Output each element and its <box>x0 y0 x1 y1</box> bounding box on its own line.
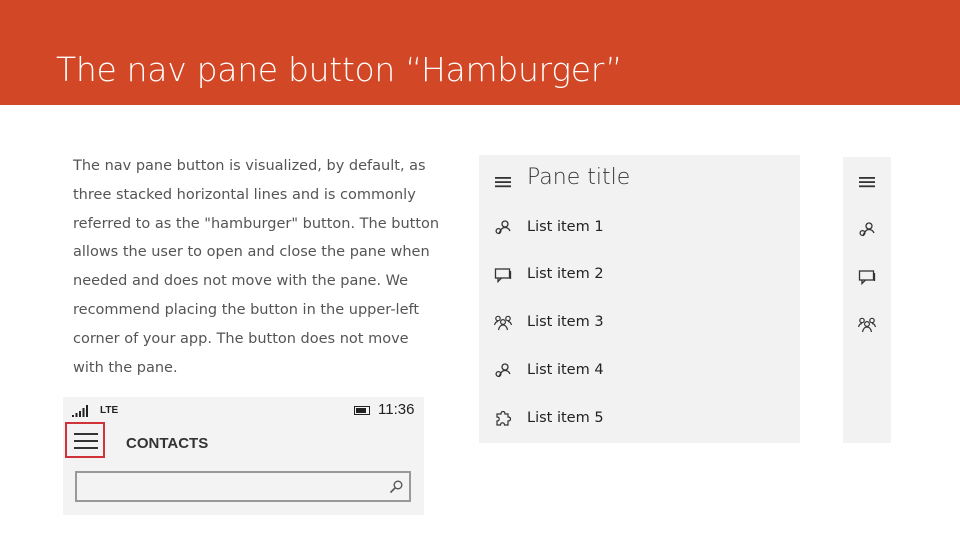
description-text: The nav pane button is visualized, by de… <box>73 158 440 376</box>
slide-title: The nav pane button “Hamburger” <box>56 50 623 89</box>
hamburger-icon <box>74 433 98 449</box>
person-icon[interactable] <box>858 221 876 239</box>
hamburger-icon <box>495 177 511 188</box>
person-icon <box>495 363 511 378</box>
list-item-label: List item 4 <box>527 362 604 378</box>
list-item[interactable]: List item 4 <box>479 351 800 391</box>
list-item[interactable]: List item 5 <box>479 399 800 439</box>
nav-pane-compact <box>843 157 891 443</box>
list-item-label: List item 3 <box>527 314 604 330</box>
people-icon[interactable] <box>858 316 876 334</box>
page-title: CONTACTS <box>126 435 209 452</box>
network-label: LTE <box>100 405 119 416</box>
battery-icon <box>354 406 370 415</box>
search-icon <box>389 480 403 494</box>
list-item[interactable]: List item 1 <box>479 208 800 248</box>
people-icon <box>494 315 512 331</box>
signal-icon <box>72 405 88 417</box>
person-icon <box>495 220 511 235</box>
hamburger-icon[interactable] <box>858 173 876 191</box>
search-input[interactable] <box>75 471 411 502</box>
chat-icon <box>494 268 512 284</box>
list-item[interactable]: List item 2 <box>479 255 800 295</box>
chat-icon[interactable] <box>858 268 876 286</box>
pane-header[interactable]: Pane title <box>479 161 800 201</box>
list-item-label: List item 5 <box>527 410 604 426</box>
list-item-label: List item 2 <box>527 266 604 282</box>
pane-title: Pane title <box>527 165 631 190</box>
nav-pane-expanded: Pane title List item 1 List item 2 List … <box>479 155 800 443</box>
hamburger-button[interactable] <box>65 422 105 458</box>
clock-time: 11:36 <box>378 401 415 418</box>
title-banner: The nav pane button “Hamburger” <box>0 0 960 105</box>
puzzle-icon <box>496 410 512 426</box>
list-item-label: List item 1 <box>527 219 604 235</box>
phone-mockup: LTE 11:36 CONTACTS <box>63 397 424 515</box>
list-item[interactable]: List item 3 <box>479 303 800 343</box>
